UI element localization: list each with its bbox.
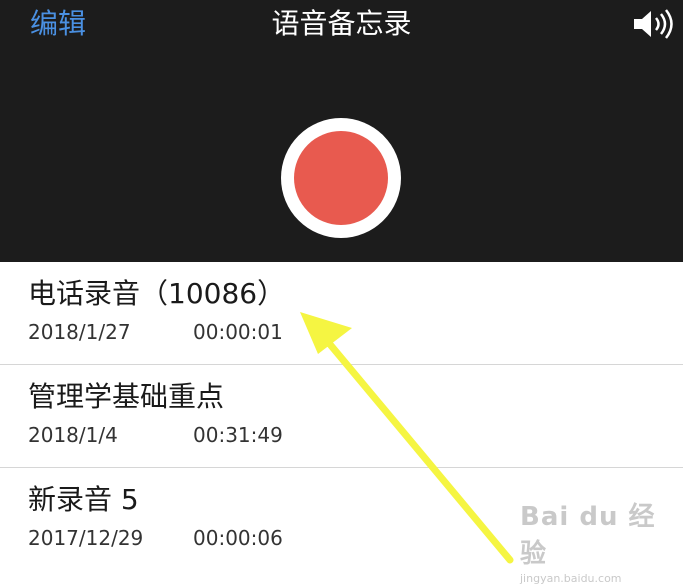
recording-duration: 00:00:01 <box>193 320 283 344</box>
recording-date: 2018/1/27 <box>28 320 131 344</box>
record-button-fill <box>294 131 388 225</box>
speaker-volume-icon[interactable] <box>632 8 676 40</box>
watermark: Bai du 经验 jingyan.baidu.com <box>520 496 680 585</box>
record-button[interactable] <box>281 118 401 238</box>
recording-name: 电话录音（10086） <box>28 277 286 310</box>
recording-name: 管理学基础重点 <box>28 380 225 413</box>
watermark-url: jingyan.baidu.com <box>520 572 622 585</box>
recording-duration: 00:31:49 <box>193 423 283 447</box>
page-title: 语音备忘录 <box>271 7 412 40</box>
recording-date: 2017/12/29 <box>28 526 144 550</box>
recording-item[interactable]: 电话录音（10086） 2018/1/27 00:00:01 <box>0 262 683 365</box>
top-bar: 编辑 语音备忘录 <box>0 0 683 262</box>
recording-duration: 00:00:06 <box>193 526 283 550</box>
watermark-logo: Bai du 经验 <box>520 502 656 569</box>
recording-date: 2018/1/4 <box>28 423 118 447</box>
recording-name: 新录音 5 <box>28 483 139 516</box>
recording-item[interactable]: 管理学基础重点 2018/1/4 00:31:49 <box>0 365 683 468</box>
